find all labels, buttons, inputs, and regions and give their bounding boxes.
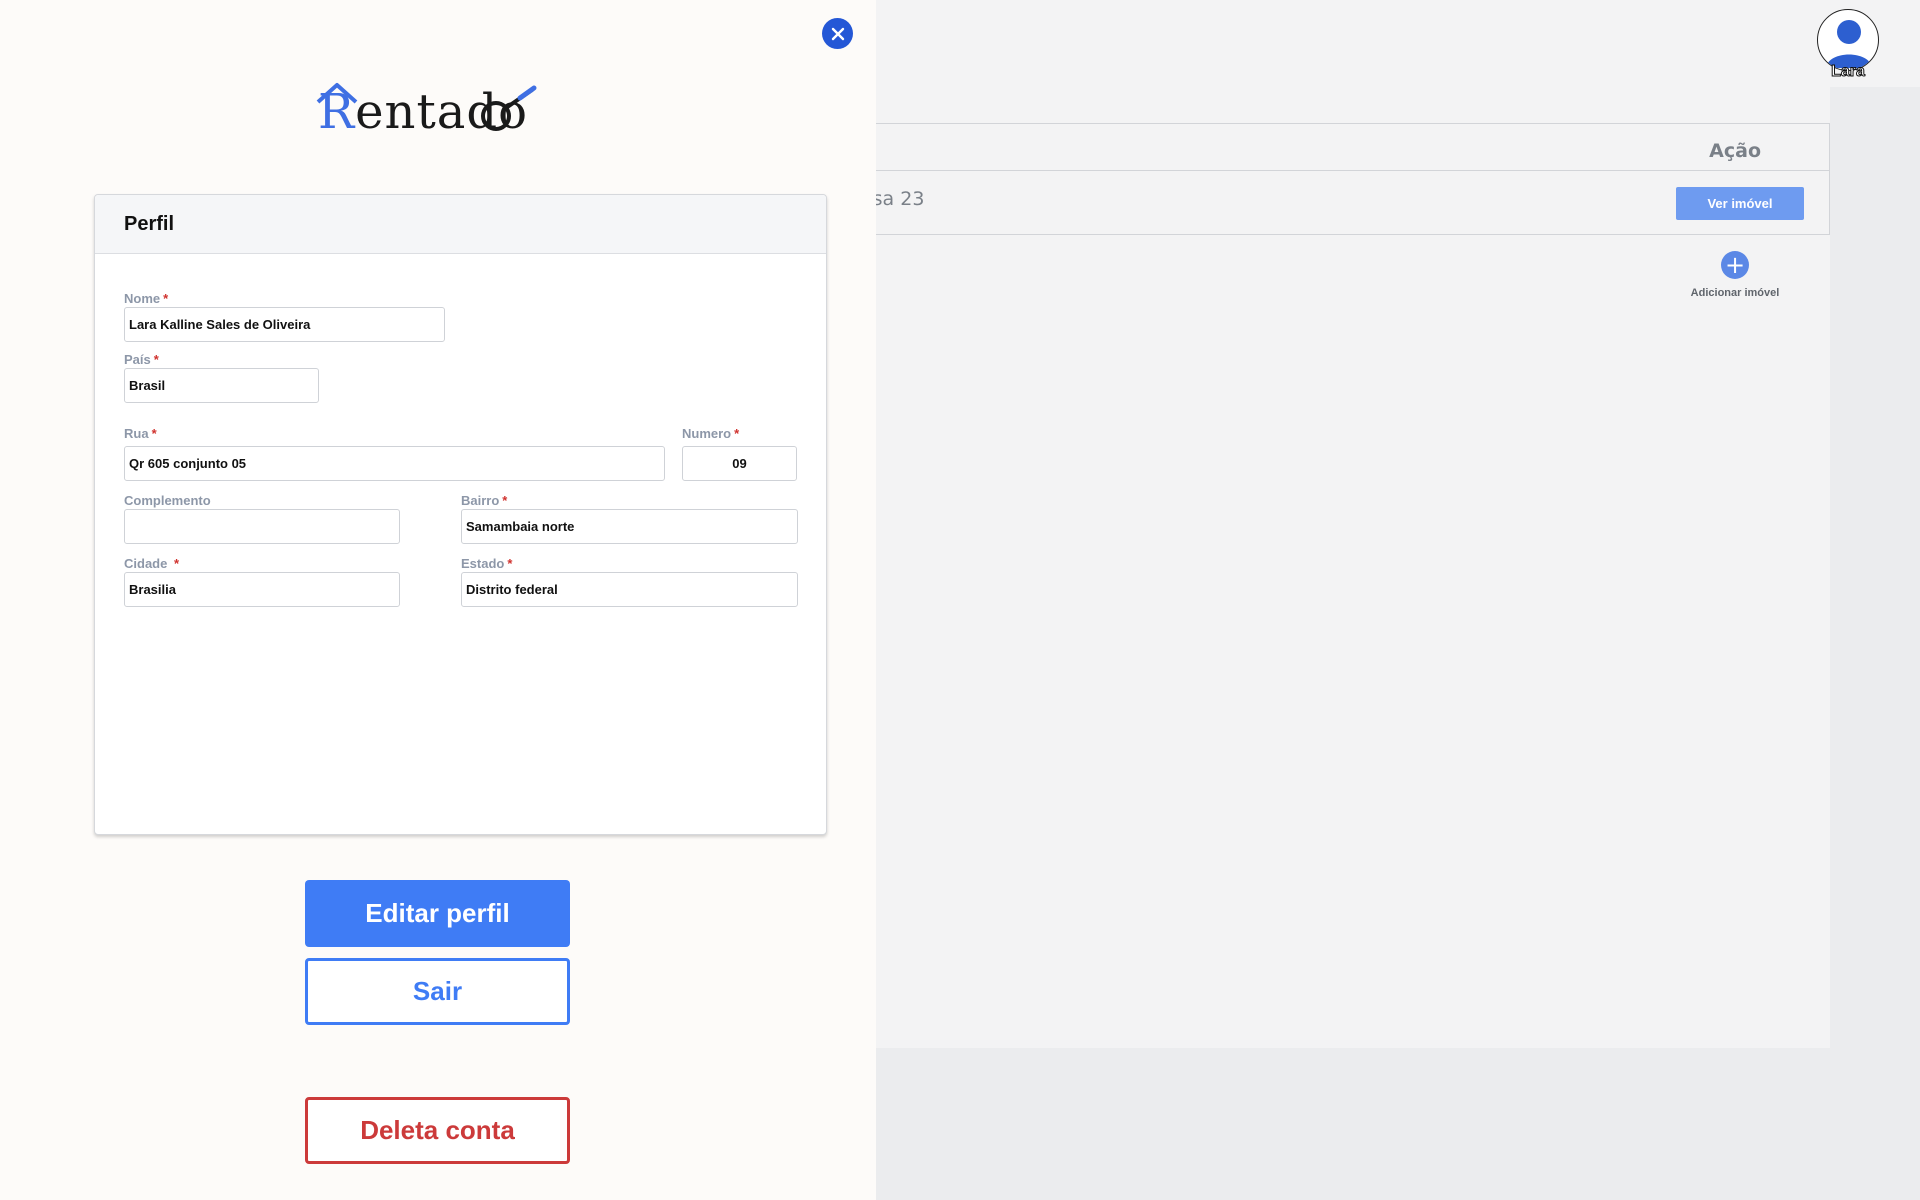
properties-table: Ação asa 23 Ver imóvel bbox=[820, 123, 1830, 235]
magnifier-icon bbox=[481, 85, 537, 131]
complemento-field[interactable] bbox=[124, 509, 400, 544]
nome-field[interactable] bbox=[124, 307, 445, 342]
user-icon bbox=[1826, 20, 1872, 68]
edit-profile-button[interactable]: Editar perfil bbox=[305, 880, 570, 947]
pais-field[interactable] bbox=[124, 368, 319, 403]
user-avatar[interactable] bbox=[1817, 9, 1879, 71]
user-name: Lara bbox=[1831, 63, 1866, 81]
estado-label: Estado * bbox=[461, 556, 513, 571]
rua-field[interactable] bbox=[124, 446, 665, 481]
nome-label: Nome * bbox=[124, 291, 169, 306]
cidade-field[interactable] bbox=[124, 572, 400, 607]
column-header-acao: Ação bbox=[1709, 140, 1761, 162]
add-property-label[interactable]: Adicionar imóvel bbox=[1680, 287, 1790, 299]
rentado-logo: Rentado bbox=[312, 80, 542, 140]
table-header: Ação bbox=[821, 124, 1829, 171]
bairro-field[interactable] bbox=[461, 509, 798, 544]
close-button[interactable] bbox=[822, 18, 853, 49]
cidade-label: Cidade * bbox=[124, 556, 180, 571]
card-header: Perfil bbox=[95, 195, 826, 254]
pais-label: País * bbox=[124, 352, 159, 367]
delete-account-button[interactable]: Deleta conta bbox=[305, 1097, 570, 1164]
estado-field[interactable] bbox=[461, 572, 798, 607]
rua-label: Rua * bbox=[124, 426, 157, 441]
close-icon[interactable] bbox=[831, 27, 845, 41]
numero-field[interactable] bbox=[682, 446, 797, 481]
card-title: Perfil bbox=[124, 213, 175, 235]
numero-label: Numero * bbox=[682, 426, 740, 441]
complemento-label: Complemento bbox=[124, 493, 211, 508]
plus-icon[interactable]: + bbox=[1721, 251, 1749, 279]
add-property-button[interactable]: + Adicionar imóvel bbox=[1680, 251, 1790, 299]
bairro-label: Bairro * bbox=[461, 493, 508, 508]
profile-card: Perfil Nome* País* Rua* Numero* Compleme… bbox=[94, 194, 827, 835]
logout-button[interactable]: Sair bbox=[305, 958, 570, 1025]
ver-imovel-button[interactable]: Ver imóvel bbox=[1676, 187, 1804, 220]
profile-panel: Rentado Perfil Nome* País* Rua* Numero* … bbox=[0, 0, 876, 1200]
